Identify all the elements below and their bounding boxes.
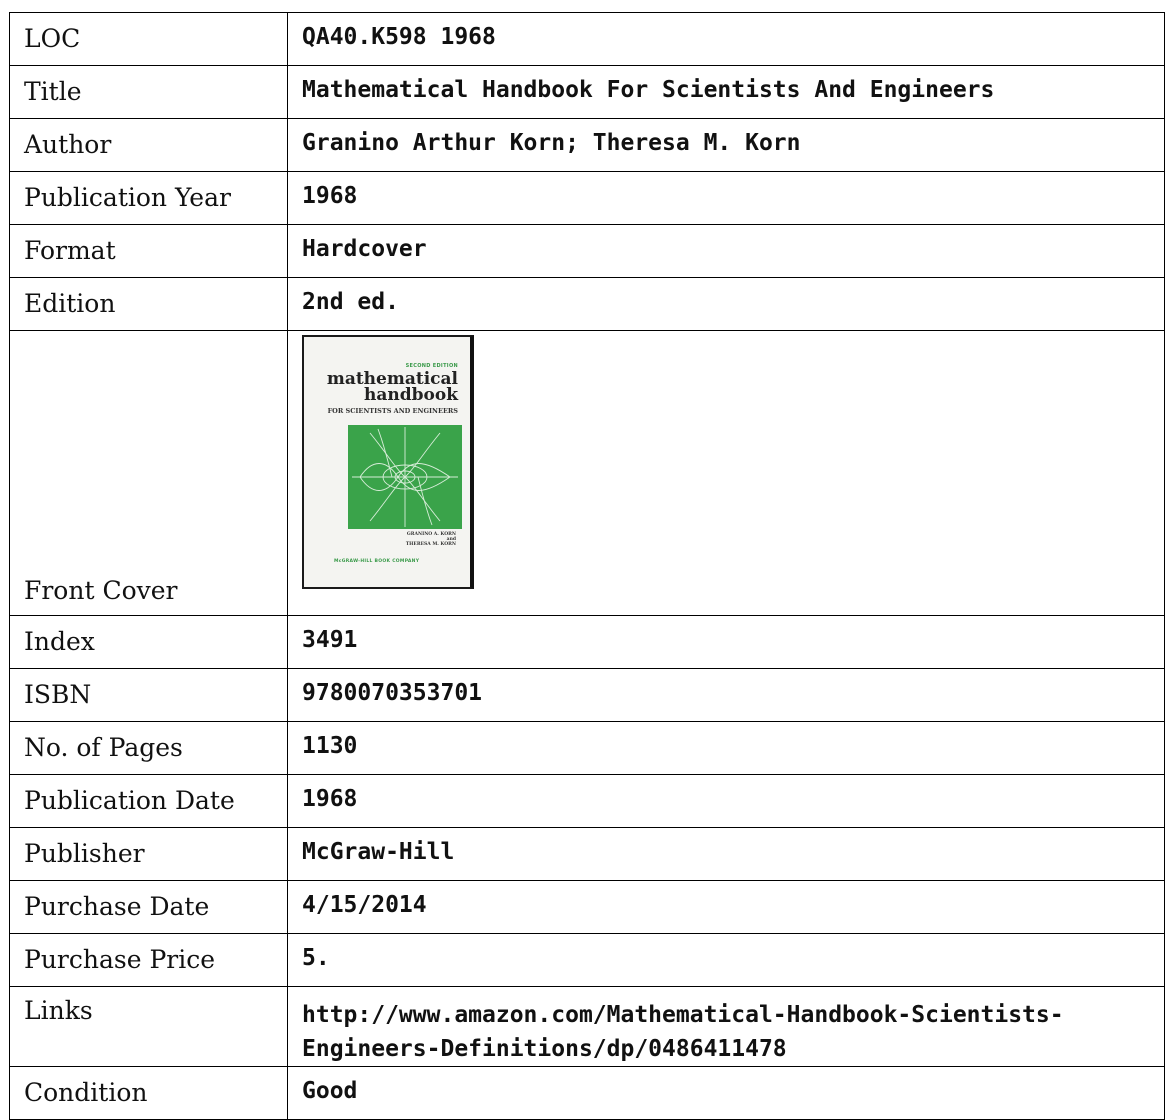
publisher-label: Publisher — [9, 827, 288, 881]
row-publication-date: Publication Date 1968 — [9, 774, 1165, 828]
loc-label: LOC — [9, 12, 288, 66]
front-cover-cell: SECOND EDITION mathematical handbook FOR… — [287, 330, 1165, 616]
front-cover-image: SECOND EDITION mathematical handbook FOR… — [302, 335, 474, 589]
edition-value: 2nd ed. — [287, 277, 1165, 331]
loc-value: QA40.K598 1968 — [287, 12, 1165, 66]
cover-authors: GRANINO A. KORN and THERESA M. KORN — [406, 532, 456, 547]
isbn-label: ISBN — [9, 668, 288, 722]
condition-label: Condition — [9, 1066, 288, 1120]
publication-date-label: Publication Date — [9, 774, 288, 828]
cover-author-line3: THERESA M. KORN — [405, 542, 456, 547]
cover-artwork — [348, 425, 462, 529]
row-condition: Condition Good — [9, 1066, 1165, 1120]
row-author: Author Granino Arthur Korn; Theresa M. K… — [9, 118, 1165, 172]
row-publisher: Publisher McGraw-Hill — [9, 827, 1165, 881]
links-url-line2[interactable]: Engineers-Definitions/dp/0486411478 — [302, 1032, 1150, 1066]
row-title: Title Mathematical Handbook For Scientis… — [9, 65, 1165, 119]
row-links: Links http://www.amazon.com/Mathematical… — [9, 986, 1165, 1067]
cover-title-line2: handbook — [364, 385, 458, 405]
row-pages: No. of Pages 1130 — [9, 721, 1165, 775]
publication-year-value: 1968 — [287, 171, 1165, 225]
purchase-date-label: Purchase Date — [9, 880, 288, 934]
links-value[interactable]: http://www.amazon.com/Mathematical-Handb… — [287, 986, 1165, 1067]
index-value: 3491 — [287, 615, 1165, 669]
row-index: Index 3491 — [9, 615, 1165, 669]
title-value: Mathematical Handbook For Scientists And… — [287, 65, 1165, 119]
links-label: Links — [9, 986, 288, 1067]
cover-subtitle: FOR SCIENTISTS AND ENGINEERS — [327, 407, 458, 415]
cover-curves-graphic — [352, 427, 458, 527]
format-value: Hardcover — [287, 224, 1165, 278]
row-isbn: ISBN 9780070353701 — [9, 668, 1165, 722]
edition-label: Edition — [9, 277, 288, 331]
isbn-value: 9780070353701 — [287, 668, 1165, 722]
row-format: Format Hardcover — [9, 224, 1165, 278]
cover-publisher: McGRAW-HILL BOOK COMPANY — [334, 559, 420, 564]
row-purchase-date: Purchase Date 4/15/2014 — [9, 880, 1165, 934]
title-label: Title — [9, 65, 288, 119]
pages-value: 1130 — [287, 721, 1165, 775]
publication-date-value: 1968 — [287, 774, 1165, 828]
publication-year-label: Publication Year — [9, 171, 288, 225]
condition-value: Good — [287, 1066, 1165, 1120]
publisher-value: McGraw-Hill — [287, 827, 1165, 881]
index-label: Index — [9, 615, 288, 669]
pages-label: No. of Pages — [9, 721, 288, 775]
row-edition: Edition 2nd ed. — [9, 277, 1165, 331]
links-url-line1[interactable]: http://www.amazon.com/Mathematical-Handb… — [302, 998, 1150, 1032]
author-value: Granino Arthur Korn; Theresa M. Korn — [287, 118, 1165, 172]
purchase-date-value: 4/15/2014 — [287, 880, 1165, 934]
format-label: Format — [9, 224, 288, 278]
row-front-cover: Front Cover SECOND EDITION mathematical … — [9, 330, 1165, 616]
purchase-price-value: 5. — [287, 933, 1165, 987]
row-purchase-price: Purchase Price 5. — [9, 933, 1165, 987]
book-record-table: LOC QA40.K598 1968 Title Mathematical Ha… — [9, 12, 1165, 1120]
row-loc: LOC QA40.K598 1968 — [9, 12, 1165, 66]
author-label: Author — [9, 118, 288, 172]
purchase-price-label: Purchase Price — [9, 933, 288, 987]
front-cover-label: Front Cover — [9, 330, 288, 616]
row-publication-year: Publication Year 1968 — [9, 171, 1165, 225]
